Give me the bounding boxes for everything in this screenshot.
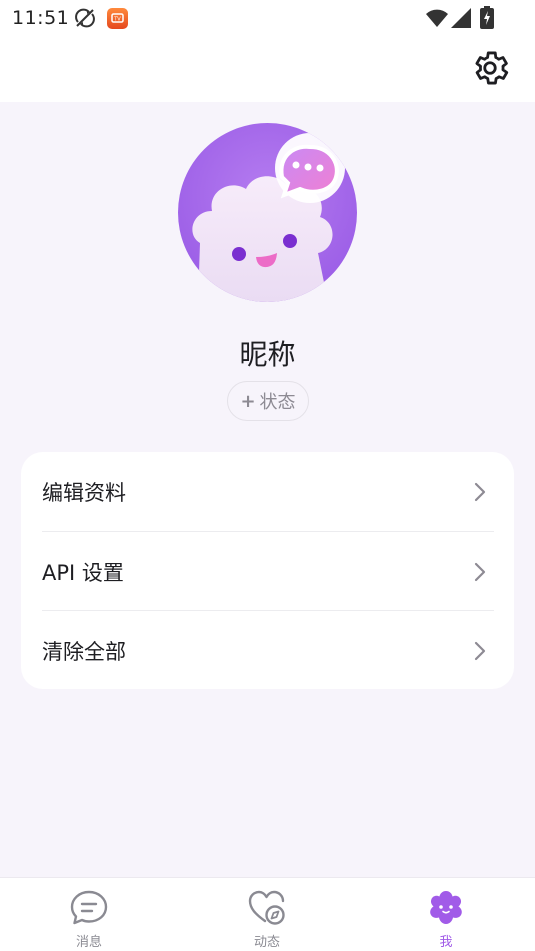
menu-item-label: 清除全部: [42, 640, 126, 664]
menu-item-edit-profile[interactable]: 编辑资料: [21, 452, 514, 531]
svg-text:TV: TV: [113, 17, 121, 23]
top-header: [0, 36, 535, 102]
menu-item-api-settings[interactable]: API 设置: [21, 532, 514, 611]
add-status-button[interactable]: + 状态: [227, 381, 309, 421]
settings-menu-card: 编辑资料 API 设置 清除全部: [21, 452, 514, 689]
tab-messages[interactable]: 消息: [34, 878, 144, 951]
status-time: 11:51: [12, 7, 70, 29]
app-tv-icon: TV: [107, 8, 128, 29]
menu-item-label: API 设置: [42, 561, 124, 585]
tab-label: 动态: [253, 935, 280, 950]
menu-item-label: 编辑资料: [42, 481, 126, 505]
tab-me[interactable]: 我: [391, 878, 501, 951]
signal-icon: [451, 8, 471, 32]
sync-off-icon: [74, 8, 96, 32]
menu-item-clear-all[interactable]: 清除全部: [21, 611, 514, 690]
avatar[interactable]: [178, 123, 357, 302]
chevron-right-icon: [474, 562, 486, 582]
wifi-icon: [426, 9, 448, 31]
chevron-right-icon: [474, 482, 486, 502]
battery-charging-icon: [480, 6, 494, 34]
plus-icon: +: [240, 390, 256, 412]
heart-compass-icon: [248, 890, 285, 925]
tab-label: 我: [439, 935, 453, 950]
flower-mascot-icon: [430, 891, 462, 924]
nickname[interactable]: 昵称: [0, 333, 535, 373]
status-label: 状态: [259, 392, 296, 413]
chat-bubble-icon: [70, 890, 108, 925]
tab-label: 消息: [75, 935, 102, 950]
gear-icon: [475, 51, 509, 85]
tab-moments[interactable]: 动态: [212, 878, 322, 951]
chevron-right-icon: [474, 641, 486, 661]
cloud-mascot-chat-icon: [178, 123, 357, 302]
settings-button[interactable]: [468, 46, 512, 90]
status-bar: 11:51 TV: [0, 0, 535, 36]
bottom-tab-bar: 消息 动态 我: [0, 877, 535, 951]
